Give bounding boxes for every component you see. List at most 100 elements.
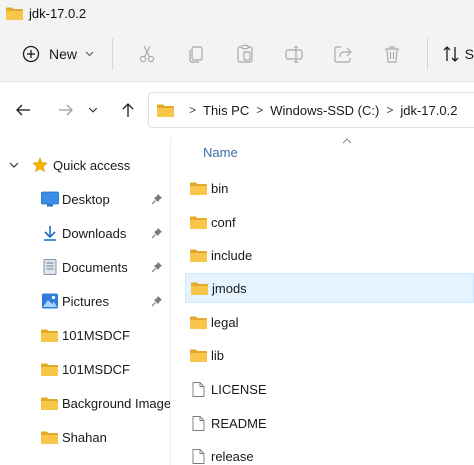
file-icon [192,415,205,431]
sidebar-item-label: Downloads [62,225,127,241]
document-icon [43,259,57,275]
sidebar-item-label: Documents [62,259,128,275]
share-icon [334,45,353,63]
new-button[interactable]: New [14,36,102,72]
folder-icon [41,431,58,444]
sidebar-item-documents[interactable]: Documents [0,251,170,283]
sidebar-item-label: 101MSDCF [62,327,130,343]
command-bar: New S [0,26,474,81]
folder-icon [41,397,58,410]
pin-icon [151,228,162,239]
sidebar-item-label: Shahan [62,429,107,445]
rename-button[interactable] [278,34,311,74]
list-item[interactable]: bin [185,173,474,203]
file-icon [192,381,205,397]
address-bar[interactable]: > This PC > Windows-SSD (C:) > jdk-17.0.… [148,92,474,128]
folder-icon [190,349,207,362]
folder-icon [41,363,58,376]
folder-icon [41,329,58,342]
breadcrumb-windows-ssd[interactable]: Windows-SSD (C:) [270,103,379,118]
up-button[interactable] [111,93,145,127]
delete-button[interactable] [376,34,409,74]
folder-icon [190,249,207,262]
paste-button[interactable] [229,34,262,74]
arrow-right-icon [59,104,73,115]
breadcrumb-separator: > [189,103,197,117]
sidebar-item-label: Desktop [62,191,110,207]
breadcrumb-separator: > [386,103,394,117]
cut-button[interactable] [131,34,164,74]
file-name: include [211,247,253,263]
list-item[interactable]: LICENSE [185,374,474,404]
list-item[interactable]: lib [185,340,474,370]
sidebar-item-quick-access[interactable]: Quick access [0,149,170,181]
toolbar-separator [112,37,113,70]
chevron-down-icon [85,51,94,56]
back-button[interactable] [6,93,40,127]
file-icon [192,448,205,464]
sidebar-item-desktop[interactable]: Desktop [0,183,170,215]
file-list: Name bin conf include jmods legal lib LI… [171,138,474,465]
cut-icon [140,45,155,62]
copy-icon [189,45,203,63]
paste-icon [237,44,253,63]
desktop-icon [41,191,59,207]
list-item[interactable]: release [185,441,474,465]
sort-button[interactable]: S [442,45,474,63]
list-item[interactable]: legal [185,307,474,337]
sort-label: S [464,45,474,62]
sidebar-item-label: 101MSDCF [62,361,130,377]
file-name: release [211,448,254,464]
sidebar-item-pictures[interactable]: Pictures [0,285,170,317]
plus-circle-icon [22,45,40,62]
pin-icon [151,262,162,273]
share-button[interactable] [327,34,360,74]
chevron-down-icon [88,107,98,113]
new-label: New [49,45,78,62]
folder-icon [157,104,174,117]
list-item[interactable]: include [185,240,474,270]
pin-icon [151,296,162,307]
folder-icon [191,282,208,295]
folder-icon [6,7,23,20]
sort-ascending-icon [342,138,352,144]
window-title: jdk-17.0.2 [29,5,87,21]
title-bar: jdk-17.0.2 [0,0,474,26]
delete-icon [385,45,400,63]
chevron-down-icon [9,162,19,168]
toolbar-separator [426,37,428,70]
sidebar-item-label: Quick access [53,157,131,173]
file-name: legal [211,314,239,330]
file-name: conf [211,214,236,230]
list-item-selected[interactable]: jmods [185,273,474,303]
sidebar-item-101msdcf-2[interactable]: 101MSDCF [0,353,170,385]
star-icon [32,157,48,173]
pin-icon [151,194,162,205]
sidebar-item-background-images[interactable]: Background Images [0,387,170,419]
list-item[interactable]: conf [185,207,474,237]
column-header-name[interactable]: Name [203,145,238,160]
breadcrumb-this-pc[interactable]: This PC [203,103,249,118]
forward-button[interactable] [49,93,83,127]
navigation-pane: Quick access Desktop Downloads Documents… [0,138,170,465]
sort-icon [443,45,459,62]
file-name: lib [211,347,225,363]
folder-icon [190,182,207,195]
breadcrumb-separator: > [256,103,264,117]
sidebar-item-shahan[interactable]: Shahan [0,421,170,453]
file-name: README [211,415,267,431]
sidebar-item-101msdcf[interactable]: 101MSDCF [0,319,170,351]
download-icon [44,226,56,241]
file-name: LICENSE [211,381,267,397]
sidebar-item-label: Pictures [62,293,109,309]
breadcrumb-jdk[interactable]: jdk-17.0.2 [400,103,457,118]
folder-icon [190,216,207,229]
sidebar-item-downloads[interactable]: Downloads [0,217,170,249]
arrow-left-icon [16,104,30,115]
list-item[interactable]: README [185,408,474,438]
pictures-icon [42,293,58,309]
copy-button[interactable] [180,34,213,74]
rename-icon [285,45,303,63]
folder-icon [190,316,207,329]
recent-locations-button[interactable] [83,93,103,127]
